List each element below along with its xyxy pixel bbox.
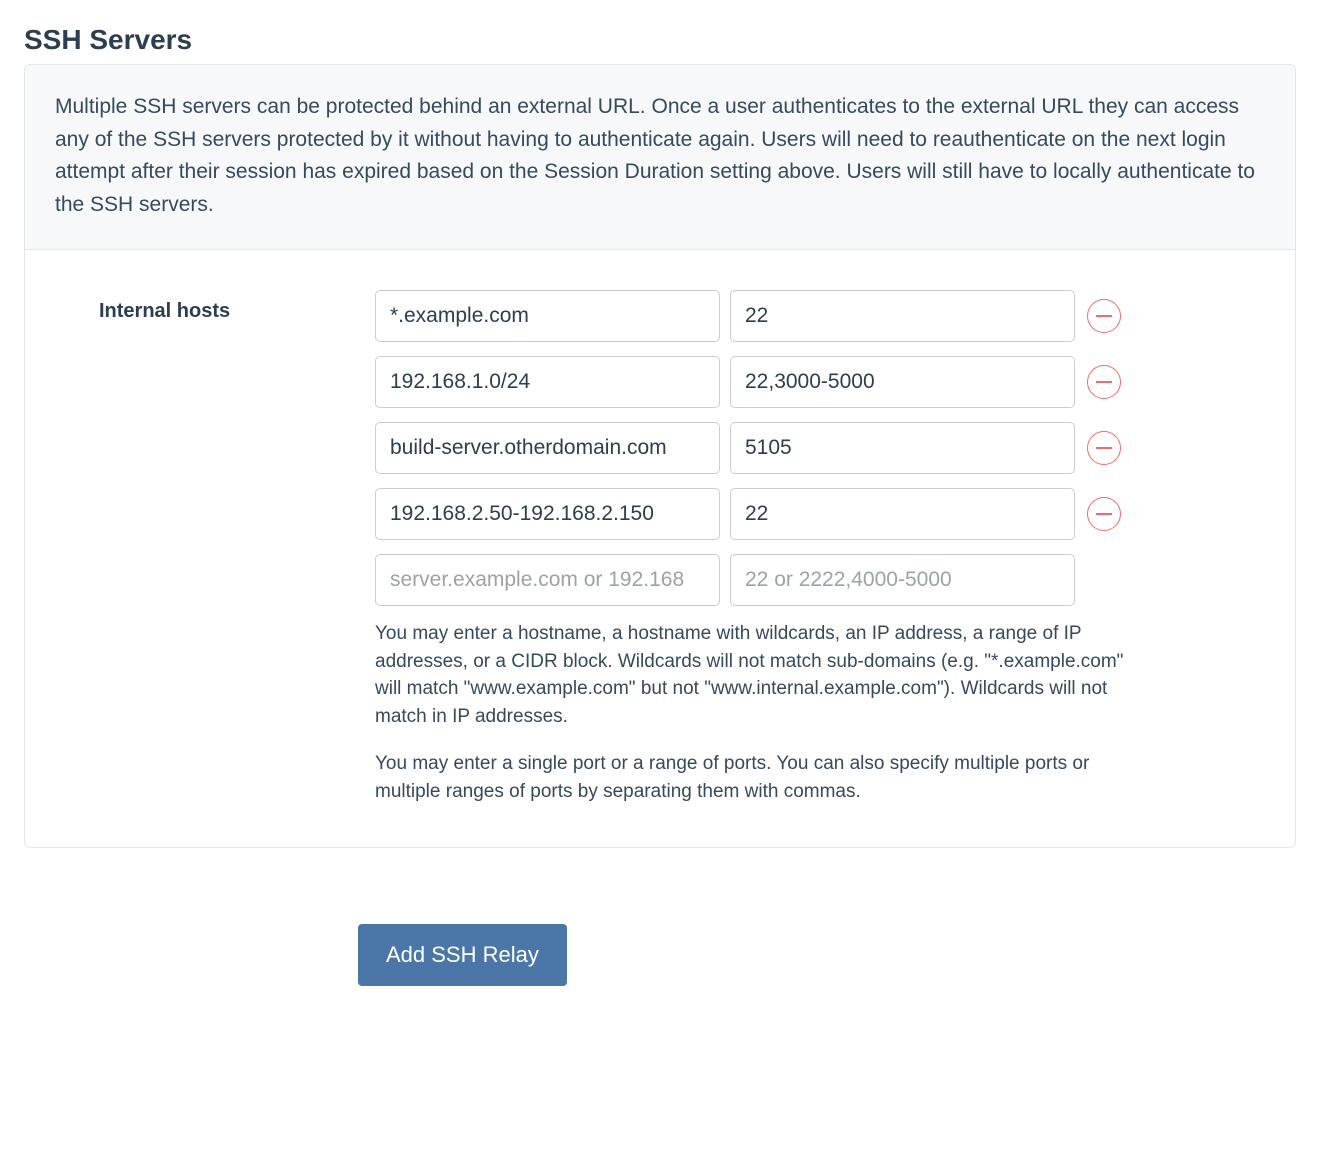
help-paragraph-ports: You may enter a single port or a range o…: [375, 750, 1155, 805]
help-text: You may enter a hostname, a hostname wit…: [375, 620, 1155, 805]
host-input[interactable]: [375, 290, 720, 342]
port-input[interactable]: [730, 422, 1075, 474]
ssh-servers-panel: Multiple SSH servers can be protected be…: [24, 64, 1296, 848]
section-description: Multiple SSH servers can be protected be…: [25, 65, 1295, 250]
port-input[interactable]: [730, 290, 1075, 342]
host-input-new[interactable]: [375, 554, 720, 606]
internal-hosts-inputs: You may enter a hostname, a hostname wit…: [375, 290, 1265, 805]
minus-icon: [1096, 447, 1112, 449]
port-input[interactable]: [730, 488, 1075, 540]
minus-icon: [1096, 381, 1112, 383]
host-row: [375, 422, 1265, 474]
remove-row-button[interactable]: [1087, 365, 1121, 399]
remove-row-button[interactable]: [1087, 497, 1121, 531]
host-row: [375, 356, 1265, 408]
host-row: [375, 290, 1265, 342]
panel-body: Internal hosts: [25, 250, 1295, 847]
host-input[interactable]: [375, 488, 720, 540]
internal-hosts-label: Internal hosts: [55, 290, 335, 805]
minus-icon: [1096, 513, 1112, 515]
port-input-new[interactable]: [730, 554, 1075, 606]
remove-row-button[interactable]: [1087, 299, 1121, 333]
remove-row-button[interactable]: [1087, 431, 1121, 465]
minus-icon: [1096, 315, 1112, 317]
add-ssh-relay-button[interactable]: Add SSH Relay: [358, 924, 567, 986]
host-row-new: [375, 554, 1265, 606]
host-input[interactable]: [375, 422, 720, 474]
help-paragraph-hosts: You may enter a hostname, a hostname wit…: [375, 620, 1155, 730]
section-title: SSH Servers: [24, 24, 1296, 56]
host-row: [375, 488, 1265, 540]
port-input[interactable]: [730, 356, 1075, 408]
host-input[interactable]: [375, 356, 720, 408]
